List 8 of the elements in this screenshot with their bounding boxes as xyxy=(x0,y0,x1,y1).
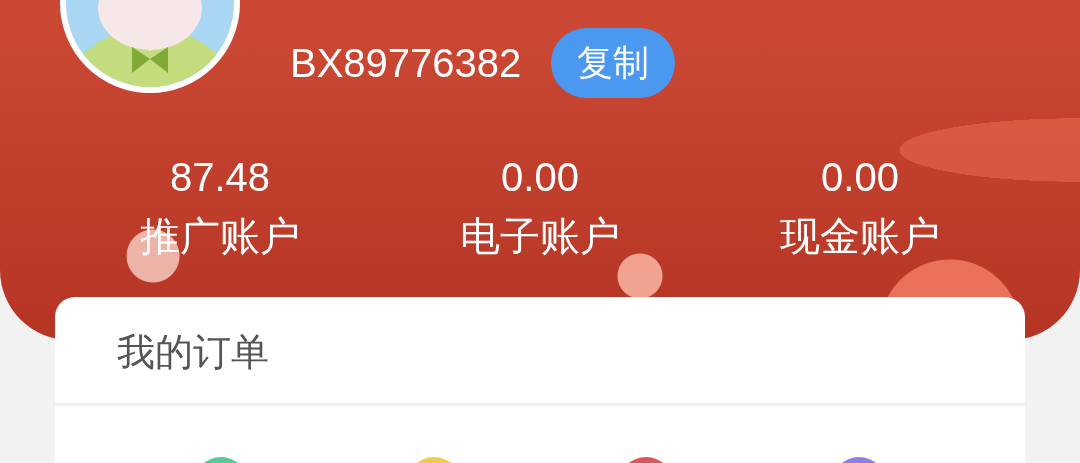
copy-button[interactable]: 复制 xyxy=(551,28,676,98)
user-id: BX89776382 xyxy=(290,40,522,86)
card-title: 我的订单 xyxy=(55,297,1025,406)
account-amount: 0.00 xyxy=(821,154,899,201)
account-label[interactable]: 电子账户 xyxy=(460,208,620,264)
account-label[interactable]: 现金账户 xyxy=(780,208,940,264)
account-amount: 0.00 xyxy=(501,154,579,201)
account-amount: 87.48 xyxy=(169,154,271,201)
